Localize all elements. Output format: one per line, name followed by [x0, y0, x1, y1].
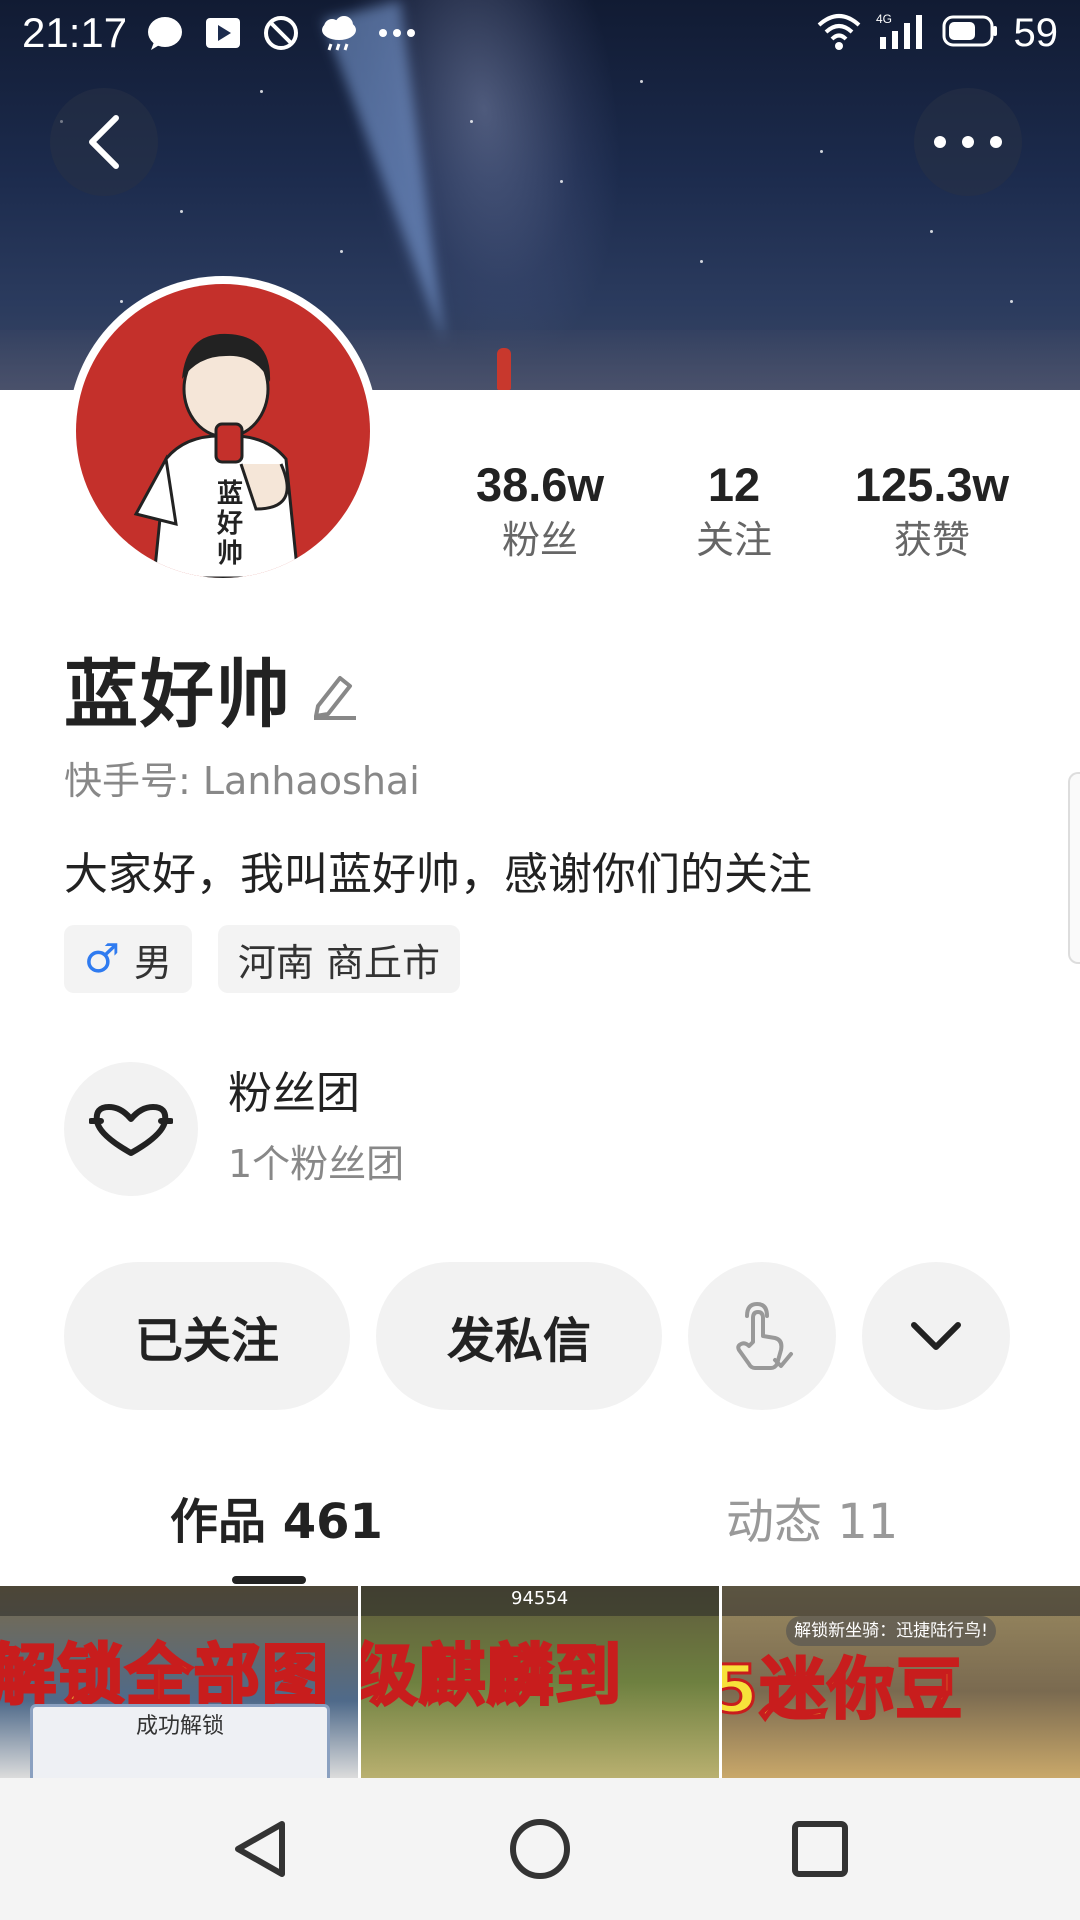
work-thumbnail[interactable]: 解锁新坐骑：迅捷陆行鸟! 5迷你豆: [722, 1586, 1080, 1778]
content-tabs: 作品 461 动态 11: [0, 1480, 1080, 1586]
action-buttons: 已关注 发私信: [64, 1262, 1010, 1410]
weather-icon: [319, 13, 359, 53]
thumbnail-overlay: 94554: [511, 1588, 569, 1609]
video-play-icon: [203, 13, 243, 53]
svg-text:好: 好: [216, 509, 243, 539]
heart-hands-icon: [89, 1104, 173, 1156]
tab-moments[interactable]: 动态 11: [726, 1480, 898, 1564]
works-grid: 解锁全部图 成功解锁 94554 级麒麟到 解锁新坐骑：迅捷陆行鸟! 5迷你豆: [0, 1586, 1080, 1778]
stat-likes-value: 125.3w: [854, 458, 1010, 511]
nav-back-button[interactable]: [220, 1809, 300, 1889]
triangle-back-icon: [235, 1821, 285, 1877]
more-options-button[interactable]: [914, 88, 1022, 196]
edge-panel-handle[interactable]: [1068, 772, 1080, 964]
stat-likes[interactable]: 125.3w 获赞: [832, 455, 1032, 565]
stat-following-label: 关注: [695, 518, 772, 562]
profile-tags: ♂ 男 河南 商丘市: [64, 925, 460, 993]
edit-pencil-icon[interactable]: [310, 668, 360, 724]
profile-name-row: 蓝好帅: [64, 635, 360, 742]
nav-home-button[interactable]: [500, 1809, 580, 1889]
nav-recents-button[interactable]: [780, 1809, 860, 1889]
stat-likes-label: 获赞: [893, 518, 970, 562]
profile-bio: 大家好，我叫蓝好帅，感谢你们的关注: [64, 849, 812, 900]
location-tag: 河南 商丘市: [217, 925, 460, 993]
chevron-down-icon: [911, 1322, 961, 1350]
expand-more-button[interactable]: [862, 1262, 1010, 1410]
kuaishou-id: 快手号: Lanhaoshai: [64, 759, 420, 803]
send-message-button[interactable]: 发私信: [376, 1262, 662, 1410]
svg-text:4G: 4G: [876, 12, 892, 26]
male-icon: ♂: [84, 936, 120, 982]
work-thumbnail[interactable]: 解锁全部图 成功解锁: [0, 1586, 358, 1778]
stat-followers[interactable]: 38.6w 粉丝: [440, 455, 640, 565]
svg-text:帅: 帅: [217, 539, 243, 569]
stat-following-value: 12: [707, 458, 761, 511]
battery-icon: [942, 14, 1000, 52]
circle-home-icon: [510, 1819, 570, 1879]
avatar-illustration: 蓝 好 帅: [133, 333, 300, 578]
back-button[interactable]: [50, 88, 158, 196]
tab-active-indicator: [232, 1576, 306, 1584]
followed-button[interactable]: 已关注: [64, 1262, 350, 1410]
avatar-frame[interactable]: 蓝 好 帅: [68, 276, 378, 586]
hand-tap-icon: [736, 1301, 793, 1370]
stat-following[interactable]: 12 关注: [634, 455, 834, 565]
system-navigation-bar: [0, 1778, 1080, 1920]
more-notifications-icon: [377, 13, 417, 53]
do-not-disturb-icon: [261, 13, 301, 53]
gender-tag: ♂ 男: [64, 925, 192, 993]
fan-club-icon-wrap: [64, 1062, 198, 1196]
square-recents-icon: [792, 1821, 848, 1877]
work-thumbnail[interactable]: 94554 级麒麟到: [361, 1586, 719, 1778]
person-silhouette: [497, 348, 511, 390]
chat-bubble-icon: [145, 13, 185, 53]
svg-text:蓝: 蓝: [217, 479, 243, 509]
wifi-icon: [816, 11, 862, 55]
chevron-left-icon: [89, 115, 119, 169]
fan-club-title: 粉丝团: [228, 1068, 360, 1119]
status-bar: 21:17 4G 59: [0, 0, 1080, 66]
profile-name: 蓝好帅: [64, 652, 292, 738]
stat-followers-value: 38.6w: [475, 458, 605, 511]
profile-stats: 38.6w 粉丝 12 关注 125.3w 获赞: [440, 455, 1060, 575]
fan-club-count: 1个粉丝团: [228, 1142, 405, 1186]
battery-level: 59: [1013, 10, 1059, 55]
thumbnail-overlay: 成功解锁: [30, 1704, 330, 1778]
status-time: 21:17: [22, 9, 128, 56]
thumbnail-banner-text: 5迷你豆: [722, 1650, 964, 1730]
thumbnail-banner-text: 级麒麟到: [361, 1636, 623, 1716]
tab-works[interactable]: 作品 461: [170, 1480, 383, 1564]
cellular-signal-icon: 4G: [876, 11, 928, 55]
gender-label: 男: [133, 940, 172, 985]
more-dots-icon: [934, 136, 1002, 148]
avatar[interactable]: 蓝 好 帅: [76, 284, 370, 578]
location-label: 河南 商丘市: [237, 940, 440, 985]
interact-button[interactable]: [688, 1262, 836, 1410]
fan-club-entry[interactable]: 粉丝团 1个粉丝团: [64, 1062, 404, 1196]
stat-followers-label: 粉丝: [501, 518, 578, 562]
